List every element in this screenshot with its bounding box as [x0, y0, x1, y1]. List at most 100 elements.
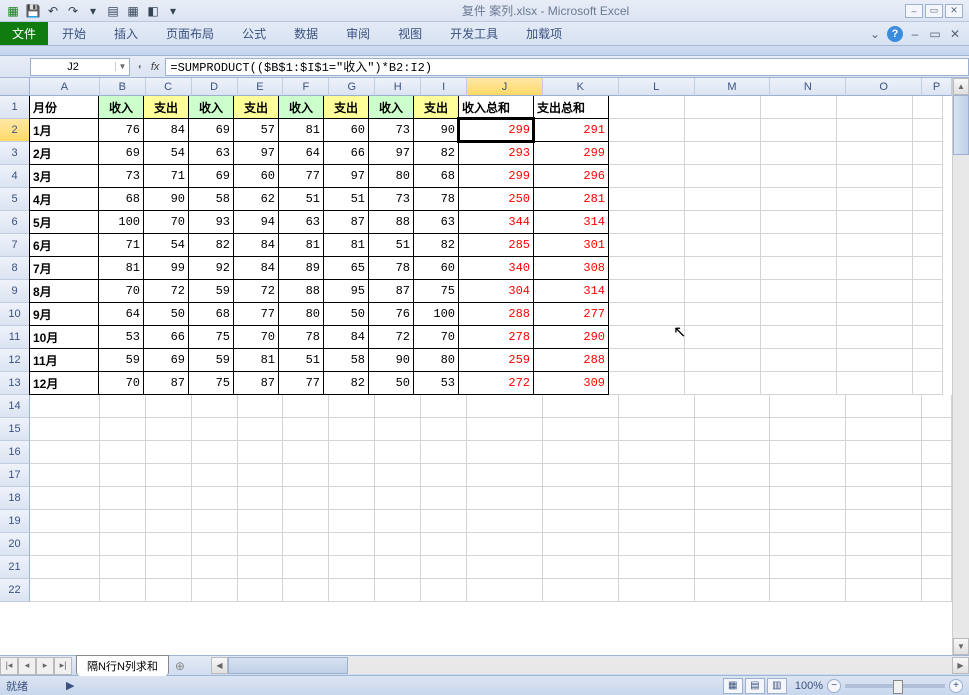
cell-F11[interactable]: 78 — [278, 325, 324, 349]
cell-C17[interactable] — [146, 464, 192, 487]
cell-L16[interactable] — [619, 441, 695, 464]
select-all-corner[interactable] — [0, 78, 30, 96]
cell-E9[interactable]: 72 — [233, 279, 279, 303]
cell-N9[interactable] — [761, 280, 837, 303]
qat-icon-3[interactable]: ◧ — [144, 2, 162, 20]
cell-N18[interactable] — [770, 487, 846, 510]
cell-E15[interactable] — [238, 418, 284, 441]
sheet-last-icon[interactable]: ▸| — [54, 657, 72, 675]
cell-C5[interactable]: 90 — [143, 187, 189, 211]
cell-N4[interactable] — [761, 165, 837, 188]
cell-N13[interactable] — [761, 372, 837, 395]
col-header-D[interactable]: D — [192, 78, 238, 96]
cell-H16[interactable] — [375, 441, 421, 464]
cell-K6[interactable]: 314 — [533, 210, 609, 234]
cell-L12[interactable] — [609, 349, 685, 372]
cell-C21[interactable] — [146, 556, 192, 579]
ribbon-tab-review[interactable]: 审阅 — [332, 22, 384, 45]
cell-O12[interactable] — [837, 349, 913, 372]
cell-O14[interactable] — [846, 395, 922, 418]
cell-D18[interactable] — [192, 487, 238, 510]
row-header-4[interactable]: 4 — [0, 165, 30, 188]
cell-G9[interactable]: 95 — [323, 279, 369, 303]
row-header-21[interactable]: 21 — [0, 556, 30, 579]
cell-A13[interactable]: 12月 — [29, 371, 99, 395]
cell-D10[interactable]: 68 — [188, 302, 234, 326]
row-header-19[interactable]: 19 — [0, 510, 30, 533]
col-header-A[interactable]: A — [30, 78, 100, 96]
formula-input[interactable] — [165, 58, 969, 76]
cell-H11[interactable]: 72 — [368, 325, 414, 349]
cell-M5[interactable] — [685, 188, 761, 211]
row-header-11[interactable]: 11 — [0, 326, 30, 349]
insert-sheet-icon[interactable]: ⊕ — [169, 659, 191, 673]
cell-L18[interactable] — [619, 487, 695, 510]
cell-D15[interactable] — [192, 418, 238, 441]
cell-N15[interactable] — [770, 418, 846, 441]
cell-J8[interactable]: 340 — [458, 256, 534, 280]
cell-J14[interactable] — [467, 395, 543, 418]
cell-C13[interactable]: 87 — [143, 371, 189, 395]
cell-G16[interactable] — [329, 441, 375, 464]
cell-E14[interactable] — [238, 395, 284, 418]
ribbon-tab-data[interactable]: 数据 — [280, 22, 332, 45]
cell-K9[interactable]: 314 — [533, 279, 609, 303]
cell-P3[interactable] — [913, 142, 943, 165]
cell-P10[interactable] — [913, 303, 943, 326]
pagebreak-view-icon[interactable]: ▥ — [767, 678, 787, 694]
cell-N20[interactable] — [770, 533, 846, 556]
cell-M4[interactable] — [685, 165, 761, 188]
workbook-close-icon[interactable]: ✕ — [947, 26, 963, 42]
cell-F4[interactable]: 77 — [278, 164, 324, 188]
cell-D7[interactable]: 82 — [188, 233, 234, 257]
cell-N3[interactable] — [761, 142, 837, 165]
cell-G3[interactable]: 66 — [323, 141, 369, 165]
cell-J10[interactable]: 288 — [458, 302, 534, 326]
cell-D5[interactable]: 58 — [188, 187, 234, 211]
sheet-tab-active[interactable]: 隔N行N列求和 — [76, 655, 169, 676]
cell-B18[interactable] — [100, 487, 146, 510]
save-icon[interactable]: 💾 — [24, 2, 42, 20]
cell-O11[interactable] — [837, 326, 913, 349]
cell-G7[interactable]: 81 — [323, 233, 369, 257]
zoom-level[interactable]: 100% — [795, 680, 823, 692]
cell-L13[interactable] — [609, 372, 685, 395]
workbook-restore-icon[interactable]: ▭ — [927, 26, 943, 42]
cell-P13[interactable] — [913, 372, 943, 395]
cell-H2[interactable]: 73 — [368, 118, 414, 142]
cell-F16[interactable] — [283, 441, 329, 464]
cell-J4[interactable]: 299 — [458, 164, 534, 188]
cell-I4[interactable]: 68 — [413, 164, 459, 188]
cell-C19[interactable] — [146, 510, 192, 533]
cell-P14[interactable] — [922, 395, 952, 418]
cell-N6[interactable] — [761, 211, 837, 234]
cell-N19[interactable] — [770, 510, 846, 533]
cell-A22[interactable] — [30, 579, 100, 602]
cell-N12[interactable] — [761, 349, 837, 372]
cell-J19[interactable] — [467, 510, 543, 533]
row-header-14[interactable]: 14 — [0, 395, 30, 418]
cell-L20[interactable] — [619, 533, 695, 556]
cell-K16[interactable] — [543, 441, 619, 464]
fx-dropdown-icon[interactable]: ◐ — [138, 62, 143, 71]
cell-D12[interactable]: 59 — [188, 348, 234, 372]
cell-E7[interactable]: 84 — [233, 233, 279, 257]
row-header-6[interactable]: 6 — [0, 211, 30, 234]
cell-K19[interactable] — [543, 510, 619, 533]
cell-C9[interactable]: 72 — [143, 279, 189, 303]
cell-P6[interactable] — [913, 211, 943, 234]
cell-L15[interactable] — [619, 418, 695, 441]
ribbon-tab-home[interactable]: 开始 — [48, 22, 100, 45]
cell-C18[interactable] — [146, 487, 192, 510]
cell-I9[interactable]: 75 — [413, 279, 459, 303]
cell-F19[interactable] — [283, 510, 329, 533]
cell-H20[interactable] — [375, 533, 421, 556]
cell-O22[interactable] — [846, 579, 922, 602]
cell-I8[interactable]: 60 — [413, 256, 459, 280]
scroll-right-icon[interactable]: ▶ — [952, 657, 969, 674]
cell-N7[interactable] — [761, 234, 837, 257]
minimize-button[interactable]: – — [905, 4, 923, 18]
cell-J12[interactable]: 259 — [458, 348, 534, 372]
cell-B20[interactable] — [100, 533, 146, 556]
cell-D22[interactable] — [192, 579, 238, 602]
